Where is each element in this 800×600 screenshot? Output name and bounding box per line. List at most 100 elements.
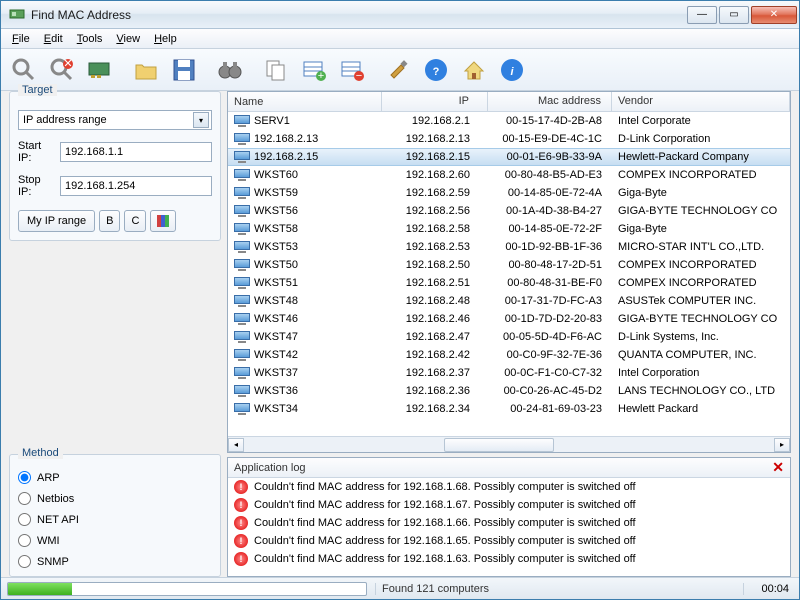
target-legend: Target: [18, 84, 57, 96]
method-legend: Method: [18, 447, 63, 459]
start-ip-input[interactable]: [60, 142, 212, 162]
table-row[interactable]: WKST36192.168.2.3600-C0-26-AC-45-D2LANS …: [228, 382, 790, 400]
monitor-icon: [234, 367, 250, 379]
table-row[interactable]: 192.168.2.15192.168.2.1500-01-E6-9B-33-9…: [228, 148, 790, 166]
log-title: Application log: [234, 462, 772, 474]
svg-text:✕: ✕: [63, 58, 72, 70]
monitor-icon: [234, 403, 250, 415]
settings-icon[interactable]: [381, 53, 415, 87]
error-icon: !: [234, 534, 248, 548]
save-icon[interactable]: [167, 53, 201, 87]
column-ip[interactable]: IP: [382, 92, 488, 111]
app-window: Find MAC Address — ▭ ✕ File Edit Tools V…: [0, 0, 800, 600]
table-row[interactable]: WKST58192.168.2.5800-14-85-0E-72-2FGiga-…: [228, 220, 790, 238]
horizontal-scrollbar[interactable]: ◂ ▸: [228, 436, 790, 452]
stop-ip-label: Stop IP:: [18, 174, 54, 198]
column-name[interactable]: Name: [228, 92, 382, 111]
table-row[interactable]: WKST46192.168.2.4600-1D-7D-D2-20-83GIGA-…: [228, 310, 790, 328]
class-c-button[interactable]: C: [124, 210, 146, 232]
table-row[interactable]: 192.168.2.13192.168.2.1300-15-E9-DE-4C-1…: [228, 130, 790, 148]
scroll-left-icon[interactable]: ◂: [228, 438, 244, 452]
error-icon: !: [234, 516, 248, 530]
menu-tools[interactable]: Tools: [70, 31, 110, 47]
method-radio-snmp[interactable]: SNMP: [18, 555, 212, 568]
palette-button[interactable]: [150, 210, 176, 232]
monitor-icon: [234, 313, 250, 325]
monitor-icon: [234, 331, 250, 343]
monitor-icon: [234, 169, 250, 181]
table-row[interactable]: WKST34192.168.2.3400-24-81-69-03-23Hewle…: [228, 400, 790, 418]
log-row: !Couldn't find MAC address for 192.168.1…: [228, 514, 790, 532]
start-ip-label: Start IP:: [18, 140, 54, 164]
titlebar[interactable]: Find MAC Address — ▭ ✕: [1, 1, 799, 29]
error-icon: !: [234, 552, 248, 566]
search-icon[interactable]: [7, 53, 41, 87]
toolbar: ✕ + − ? i: [1, 49, 799, 91]
maximize-button[interactable]: ▭: [719, 6, 749, 24]
svg-text:?: ?: [433, 66, 440, 78]
monitor-icon: [234, 349, 250, 361]
monitor-icon: [234, 151, 250, 163]
monitor-icon: [234, 295, 250, 307]
chevron-down-icon: ▾: [193, 112, 209, 128]
log-row: !Couldn't find MAC address for 192.168.1…: [228, 496, 790, 514]
method-radio-net-api[interactable]: NET API: [18, 513, 212, 526]
stop-ip-input[interactable]: [60, 176, 212, 196]
class-b-button[interactable]: B: [99, 210, 120, 232]
table-row[interactable]: WKST59192.168.2.5900-14-85-0E-72-4AGiga-…: [228, 184, 790, 202]
monitor-icon: [234, 115, 250, 127]
error-icon: !: [234, 480, 248, 494]
error-icon: !: [234, 498, 248, 512]
scroll-right-icon[interactable]: ▸: [774, 438, 790, 452]
menu-help[interactable]: Help: [147, 31, 184, 47]
table-remove-icon[interactable]: −: [335, 53, 369, 87]
target-groupbox: Target IP address range ▾ Start IP: Stop…: [9, 91, 221, 241]
binoculars-icon[interactable]: [213, 53, 247, 87]
my-ip-range-button[interactable]: My IP range: [18, 210, 95, 232]
table-row[interactable]: WKST47192.168.2.4700-05-5D-4D-F6-ACD-Lin…: [228, 328, 790, 346]
table-row[interactable]: WKST56192.168.2.5600-1A-4D-38-B4-27GIGA-…: [228, 202, 790, 220]
home-icon[interactable]: [457, 53, 491, 87]
results-list[interactable]: Name IP Mac address Vendor SERV1192.168.…: [227, 91, 791, 453]
method-radio-wmi[interactable]: WMI: [18, 534, 212, 547]
network-card-icon[interactable]: [83, 53, 117, 87]
monitor-icon: [234, 205, 250, 217]
method-groupbox: Method ARP Netbios NET API WMI SNMP: [9, 454, 221, 577]
table-row[interactable]: WKST51192.168.2.5100-80-48-31-BE-F0COMPE…: [228, 274, 790, 292]
table-row[interactable]: SERV1192.168.2.100-15-17-4D-2B-A8Intel C…: [228, 112, 790, 130]
table-row[interactable]: WKST37192.168.2.3700-0C-F1-C0-C7-32Intel…: [228, 364, 790, 382]
log-row: !Couldn't find MAC address for 192.168.1…: [228, 550, 790, 568]
monitor-icon: [234, 187, 250, 199]
monitor-icon: [234, 223, 250, 235]
close-button[interactable]: ✕: [751, 6, 797, 24]
table-add-icon[interactable]: +: [297, 53, 331, 87]
column-vendor[interactable]: Vendor: [612, 92, 790, 111]
statusbar: Found 121 computers 00:04: [1, 577, 799, 599]
open-folder-icon[interactable]: [129, 53, 163, 87]
method-radio-netbios[interactable]: Netbios: [18, 492, 212, 505]
search-cancel-icon[interactable]: ✕: [45, 53, 79, 87]
monitor-icon: [234, 133, 250, 145]
scroll-thumb[interactable]: [444, 438, 554, 452]
log-close-icon[interactable]: ✕: [772, 459, 784, 476]
table-row[interactable]: WKST60192.168.2.6000-80-48-B5-AD-E3COMPE…: [228, 166, 790, 184]
table-row[interactable]: WKST50192.168.2.5000-80-48-17-2D-51COMPE…: [228, 256, 790, 274]
copy-icon[interactable]: [259, 53, 293, 87]
table-row[interactable]: WKST42192.168.2.4200-C0-9F-32-7E-36QUANT…: [228, 346, 790, 364]
table-row[interactable]: WKST48192.168.2.4800-17-31-7D-FC-A3ASUST…: [228, 292, 790, 310]
target-mode-dropdown[interactable]: IP address range ▾: [18, 110, 212, 130]
info-icon[interactable]: i: [495, 53, 529, 87]
log-panel: Application log ✕ !Couldn't find MAC add…: [227, 457, 791, 577]
monitor-icon: [234, 385, 250, 397]
help-icon[interactable]: ?: [419, 53, 453, 87]
column-mac[interactable]: Mac address: [488, 92, 612, 111]
method-radio-arp[interactable]: ARP: [18, 471, 212, 484]
monitor-icon: [234, 241, 250, 253]
status-text: Found 121 computers: [375, 583, 735, 595]
menu-file[interactable]: File: [5, 31, 37, 47]
table-row[interactable]: WKST53192.168.2.5300-1D-92-BB-1F-36MICRO…: [228, 238, 790, 256]
menu-view[interactable]: View: [109, 31, 147, 47]
menu-edit[interactable]: Edit: [37, 31, 70, 47]
minimize-button[interactable]: —: [687, 6, 717, 24]
status-time: 00:04: [743, 583, 793, 595]
